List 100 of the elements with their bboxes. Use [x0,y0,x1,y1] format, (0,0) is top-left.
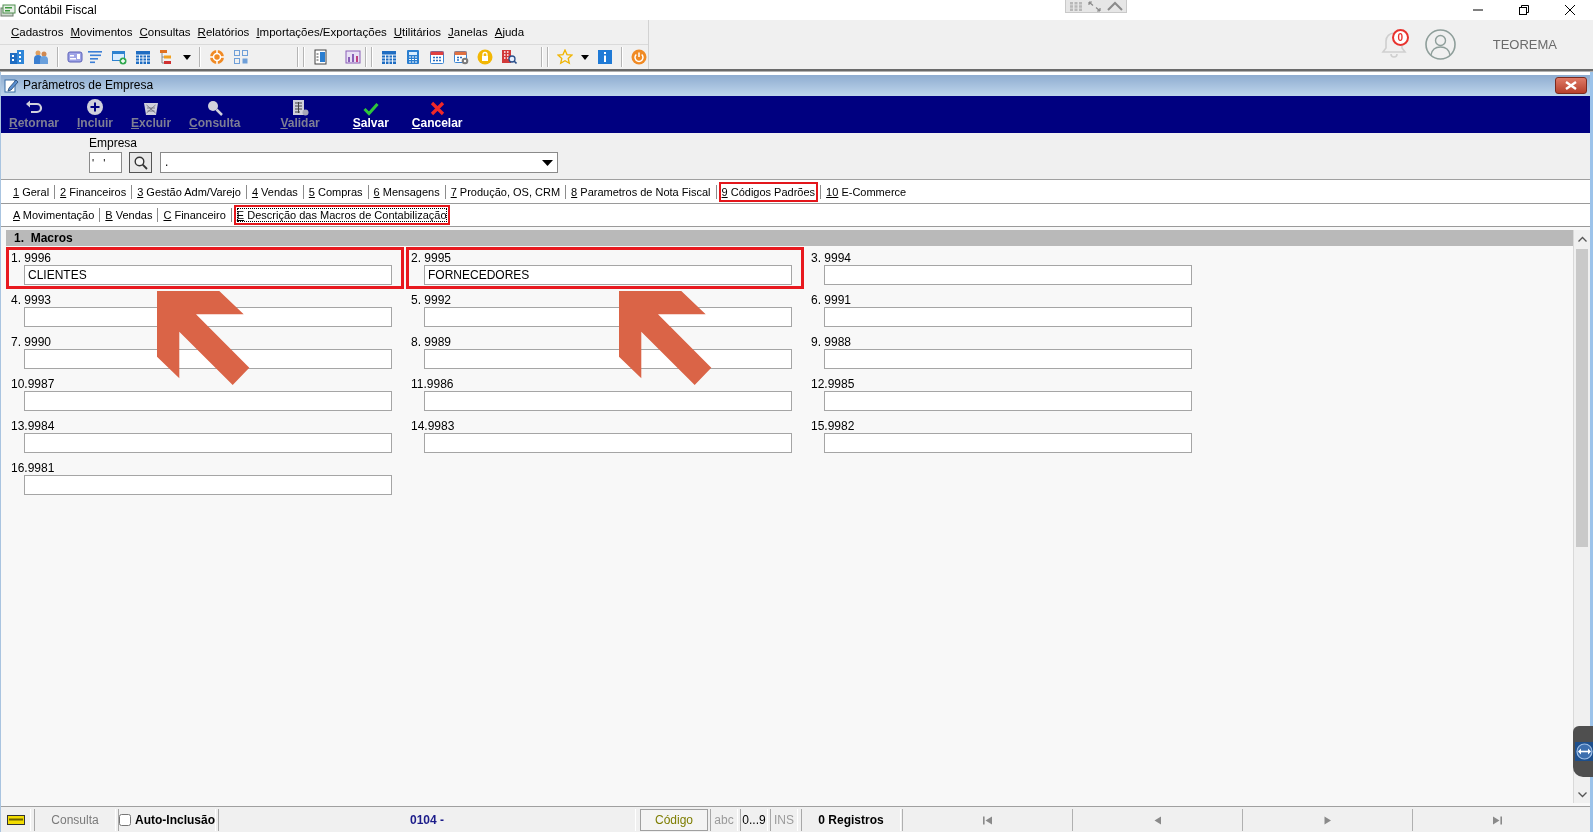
field-label: 1. 9996 [11,251,53,265]
menu-item[interactable]: Janelas [445,24,491,40]
document-icon[interactable] [313,49,329,65]
tab[interactable]: 4 Vendas [248,181,301,202]
basket-icon [143,100,160,116]
record-code: 0104 - [218,809,636,831]
restore-icon[interactable] [1519,5,1529,15]
power-icon[interactable] [631,49,647,65]
text-field[interactable] [824,265,1192,285]
star-icon[interactable] [557,49,573,65]
chart-icon[interactable] [345,49,361,65]
tab[interactable]: E Descrição das Macros de Contabilização [233,205,450,225]
text-field[interactable] [24,475,392,495]
field-label: 13.9984 [11,419,56,433]
menu-item[interactable]: Movimentos [67,24,136,40]
check-icon [362,102,379,116]
document-grid-icon [291,99,309,116]
gear-icon[interactable] [209,49,225,65]
field-label: 2. 9995 [411,251,453,265]
form-title: Parâmetros de Empresa [23,78,154,93]
field-label: 16.9981 [11,461,56,475]
mode-label: Consulta [34,809,116,831]
text-field[interactable] [824,433,1192,453]
calendar-icon[interactable] [429,49,445,65]
tab[interactable]: 2 Financeiros [57,181,130,202]
menu-item[interactable]: Utilitários [390,24,445,40]
scroll-up-icon[interactable] [1577,235,1587,242]
text-field[interactable] [824,391,1192,411]
text-field[interactable] [824,349,1192,369]
mode-indicator: INS [770,809,798,831]
calendar-gear-icon[interactable] [453,49,469,65]
list-icon[interactable] [87,49,103,65]
text-field[interactable]: CLIENTES [24,265,392,285]
resize-icon[interactable] [1088,0,1102,12]
text-field[interactable] [24,391,392,411]
bell-icon[interactable] [1380,29,1407,60]
calculator-icon[interactable] [405,49,421,65]
menu-item[interactable]: Ajuda [491,24,528,40]
tab[interactable]: A Movimentação [10,205,98,225]
tab[interactable]: 9 Códigos Padrões [718,181,819,202]
company-code-field[interactable]: ' ' [89,152,122,173]
field-label: 3. 9994 [811,251,853,265]
tab[interactable]: 1 Geral [10,181,53,202]
card-icon[interactable] [67,49,83,65]
triangle-left-icon [1152,815,1162,825]
info-icon[interactable] [597,49,613,65]
lock-icon[interactable] [477,49,493,65]
text-field[interactable] [424,433,792,453]
window-title: Contábil Fiscal [18,2,97,18]
tab[interactable]: 3 Gestão Adm/Varejo [134,181,244,202]
scroll-thumb[interactable] [1576,249,1588,547]
menu-item[interactable]: Importações/Exportações [253,24,390,40]
search-button[interactable] [129,152,152,173]
menu-item[interactable]: Consultas [136,24,194,40]
tab[interactable]: 8 Parametros de Nota Fiscal [568,181,714,202]
tab[interactable]: 5 Compras [305,181,366,202]
calendar-icon[interactable] [381,49,397,65]
window-add-icon[interactable] [111,49,127,65]
text-field[interactable] [824,307,1192,327]
chevron-up-icon[interactable] [1107,1,1124,11]
scroll-down-icon[interactable] [1577,791,1587,798]
user-name: TEOREMA [1492,36,1557,53]
building-icon[interactable] [9,49,25,65]
panel-icon[interactable] [6,815,25,825]
checkbox-label: Auto-Inclusão [135,812,215,828]
tab[interactable]: 7 Produção, OS, CRM [447,181,564,202]
tab[interactable]: B Vendas [102,205,156,225]
company-dropdown[interactable]: . [160,152,558,173]
search-icon [133,155,148,170]
return-arrow-icon [25,100,43,116]
side-handle[interactable] [1573,726,1593,777]
squares-icon[interactable] [233,49,249,65]
menu-item[interactable]: Cadastros [8,24,67,40]
skip-start-icon [982,815,992,825]
people-icon[interactable] [33,49,49,65]
close-button[interactable] [1555,77,1587,94]
field-label: 7. 9990 [11,335,53,349]
close-icon[interactable] [1565,5,1575,15]
record-count: 0 Registros [801,809,901,831]
cross-icon [429,101,445,116]
user-avatar-icon[interactable] [1424,29,1456,60]
tab[interactable]: 10 E-Commerce [823,181,910,202]
tab[interactable]: C Financeiro [160,205,229,225]
calendar-icon[interactable] [135,49,151,65]
caret-icon[interactable] [581,54,589,60]
menu-item[interactable]: Relatórios [194,24,253,40]
cancel-button[interactable]: Cancelar [411,101,463,130]
field-label: 9. 9988 [811,335,853,349]
building-search-icon[interactable] [501,49,517,65]
field-label: 4. 9993 [11,293,53,307]
tab[interactable]: 6 Mensagens [370,181,443,202]
save-button[interactable]: Salvar [352,102,389,130]
text-field[interactable] [24,433,392,453]
document-stack-icon [0,3,16,17]
text-field[interactable] [424,391,792,411]
field-label: 12.9985 [811,377,856,391]
checkbox[interactable] [119,814,131,826]
section-header: 1. Macros [6,230,1573,246]
text-field[interactable]: FORNECEDORES [424,265,792,285]
caret-icon[interactable] [183,54,191,60]
